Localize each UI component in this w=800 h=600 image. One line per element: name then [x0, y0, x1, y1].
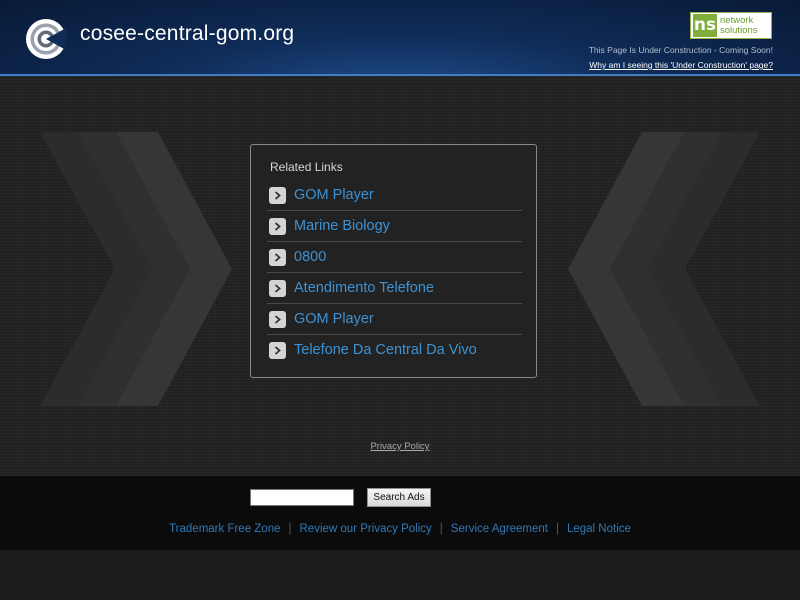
chevron-right-icon — [269, 310, 286, 328]
related-link-label: GOM Player — [294, 311, 374, 327]
footer-separator: | — [555, 523, 559, 535]
ns-logo-text: network solutions — [720, 14, 758, 36]
footer-separator: | — [288, 523, 292, 535]
related-link-label: 0800 — [294, 249, 327, 265]
related-links-panel: Related Links GOM Player Marine Biology … — [250, 144, 537, 378]
related-link-label: GOM Player — [294, 187, 374, 203]
why-under-construction-link[interactable]: Why am I seeing this 'Under Construction… — [589, 60, 773, 70]
search-ads-input[interactable] — [250, 489, 354, 506]
privacy-policy-link[interactable]: Privacy Policy — [0, 441, 800, 452]
chevron-right-icon — [269, 341, 286, 359]
review-privacy-policy-link[interactable]: Review our Privacy Policy — [300, 523, 432, 535]
target-logo-icon — [26, 19, 66, 59]
related-link-label: Marine Biology — [294, 218, 390, 234]
chevron-right-icon — [269, 248, 286, 266]
ns-logo-mark: ns — [693, 14, 717, 37]
related-link-item[interactable]: GOM Player — [267, 180, 522, 211]
chevron-right-icon — [269, 279, 286, 297]
footer-separator: | — [439, 523, 443, 535]
related-link-label: Telefone Da Central Da Vivo — [294, 342, 477, 358]
left-chevrons-icon — [40, 132, 232, 406]
page: cosee-central-gom.org ns network solutio… — [0, 0, 800, 600]
service-agreement-link[interactable]: Service Agreement — [451, 523, 548, 535]
footer-nav: Trademark Free Zone | Review our Privacy P… — [0, 523, 800, 535]
bottom-strip — [0, 550, 800, 600]
chevron-right-icon — [269, 217, 286, 235]
legal-notice-link[interactable]: Legal Notice — [567, 523, 631, 535]
related-link-item[interactable]: GOM Player — [267, 304, 522, 335]
header: cosee-central-gom.org ns network solutio… — [0, 0, 800, 76]
ns-logo-line2: solutions — [720, 24, 758, 36]
chevron-right-icon — [269, 186, 286, 204]
related-links-title: Related Links — [270, 160, 343, 174]
network-solutions-logo[interactable]: ns network solutions — [690, 12, 772, 39]
related-link-item[interactable]: Marine Biology — [267, 211, 522, 242]
ns-logo-line1: network — [720, 14, 754, 26]
site-title: cosee-central-gom.org — [80, 22, 295, 45]
search-ads-button[interactable]: Search Ads — [367, 488, 431, 507]
related-link-item[interactable]: 0800 — [267, 242, 522, 273]
trademark-free-zone-link[interactable]: Trademark Free Zone — [169, 523, 280, 535]
related-link-item[interactable]: Telefone Da Central Da Vivo — [267, 335, 522, 365]
related-link-label: Atendimento Telefone — [294, 280, 435, 296]
construction-notice: This Page Is Under Construction - Coming… — [588, 45, 773, 55]
related-link-item[interactable]: Atendimento Telefone — [267, 273, 522, 304]
right-chevrons-icon — [568, 132, 760, 406]
footer: Search Ads Trademark Free Zone | Review ou… — [0, 476, 800, 550]
related-links-list: GOM Player Marine Biology 0800 Atendimen… — [267, 180, 522, 365]
